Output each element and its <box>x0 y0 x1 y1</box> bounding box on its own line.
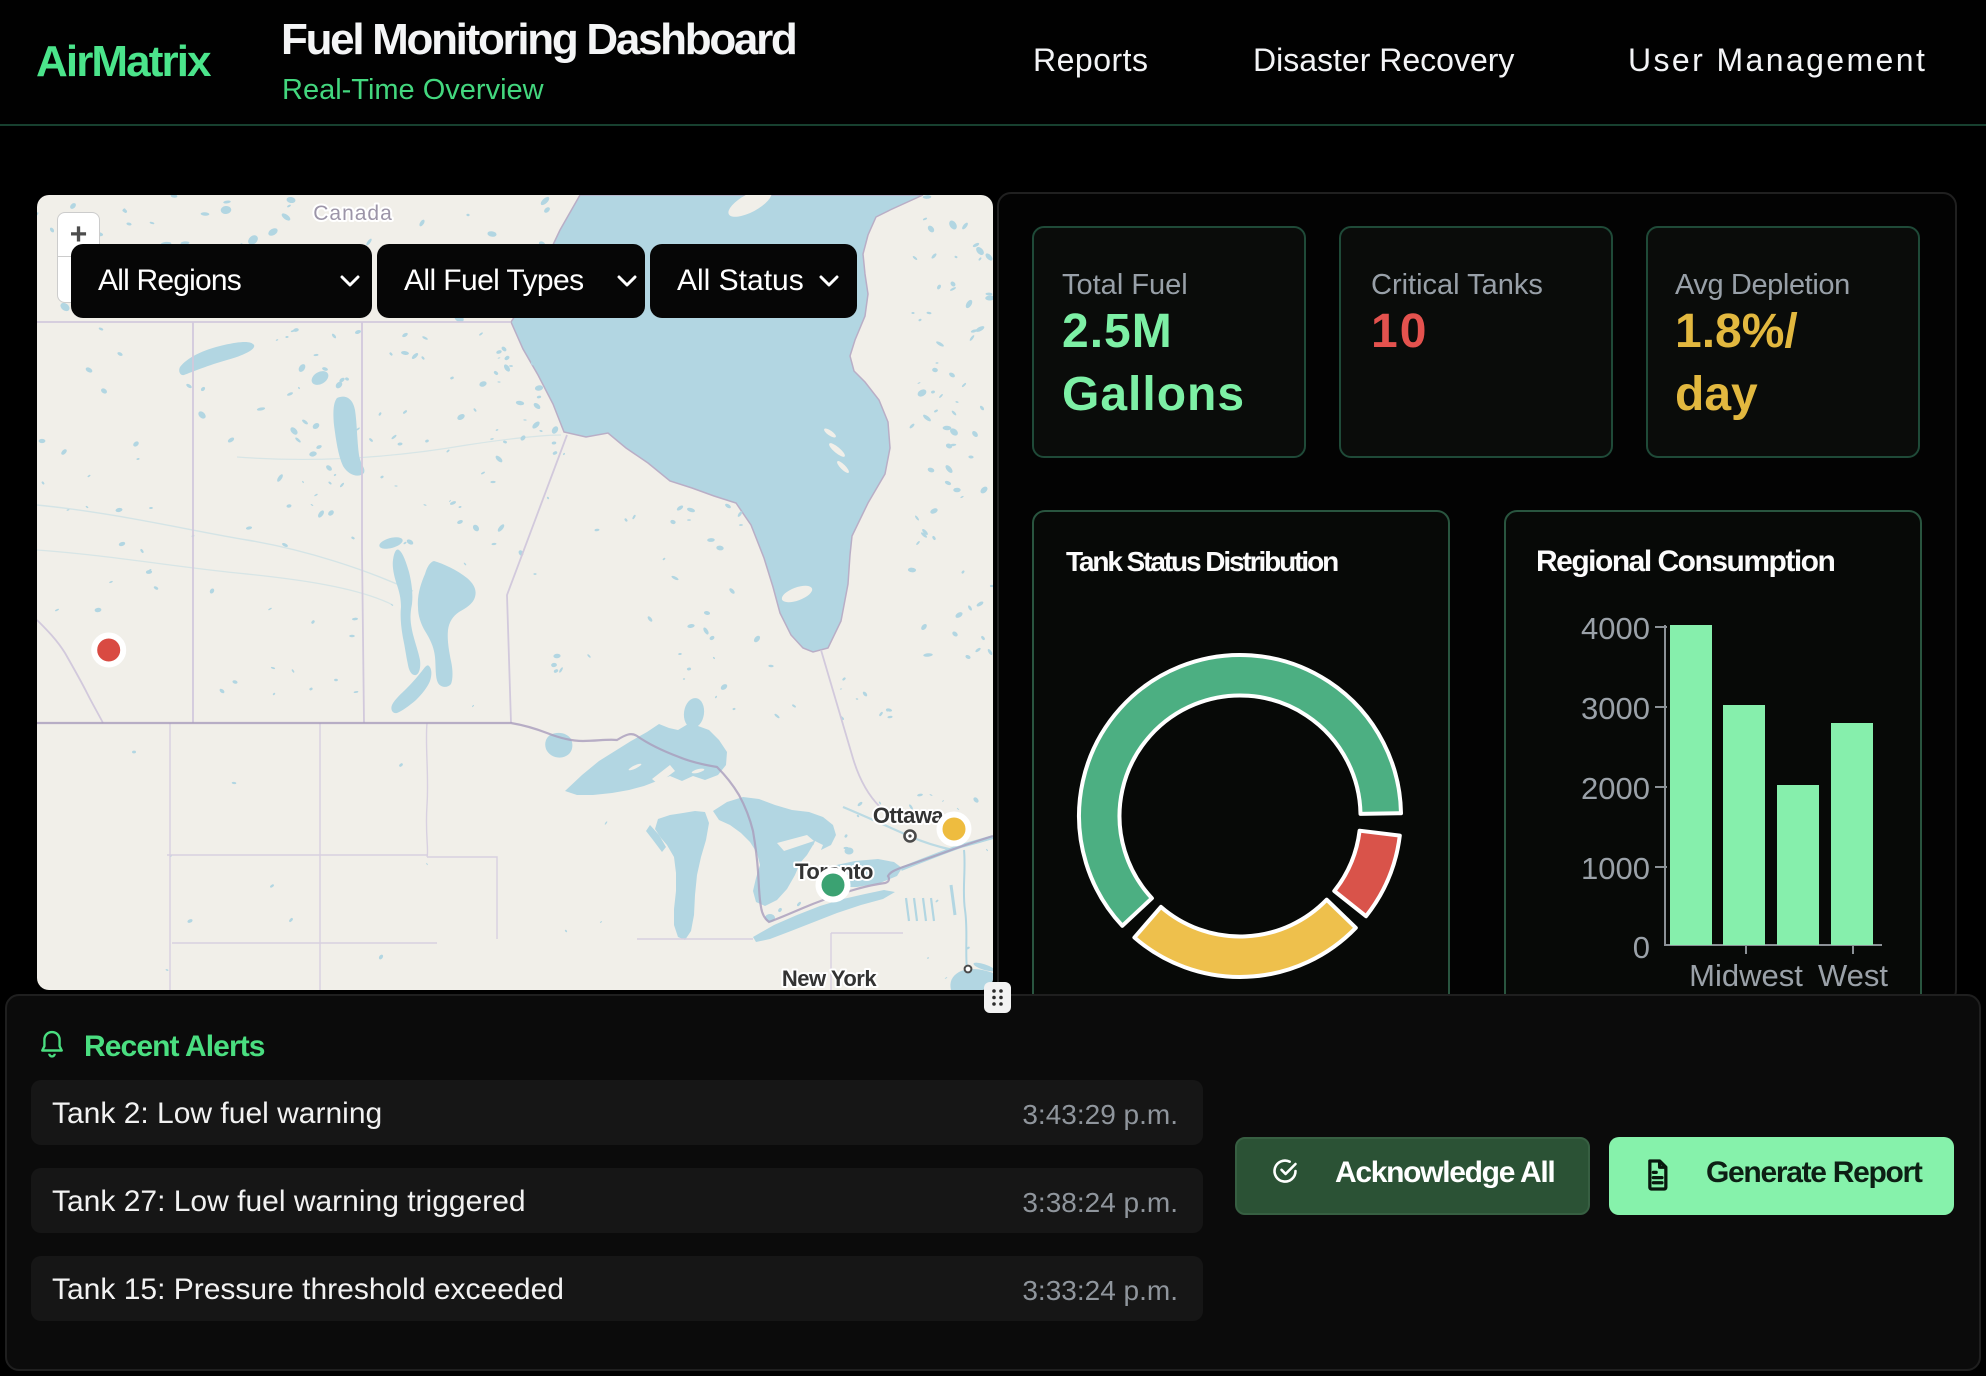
svg-text:Canada: Canada <box>313 202 393 225</box>
svg-text:Ottawa: Ottawa <box>873 803 945 828</box>
svg-text:New York: New York <box>782 966 877 990</box>
